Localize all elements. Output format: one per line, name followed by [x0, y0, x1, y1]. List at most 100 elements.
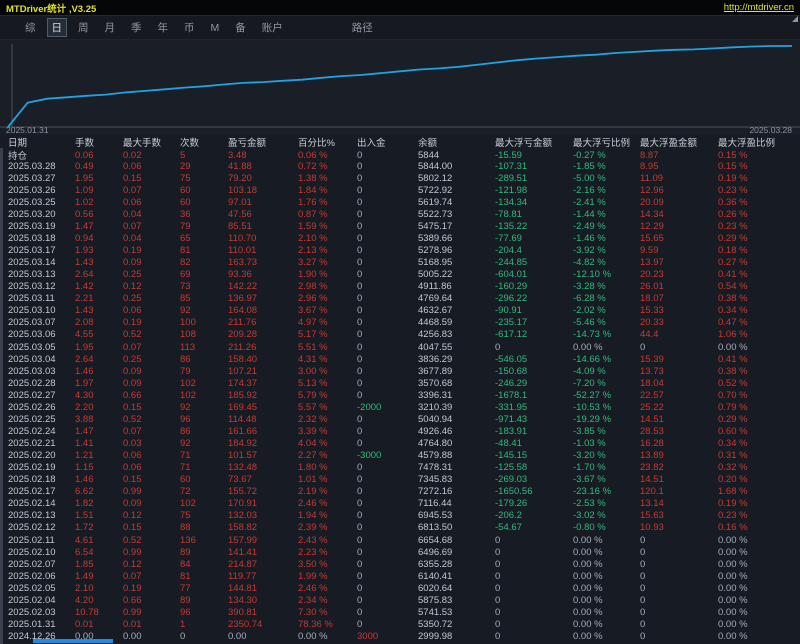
cell-max-float-loss-pct: 0.00 % [573, 595, 640, 606]
table-row[interactable]: 2025.02.121.720.1588158.822.39 %06813.50… [0, 522, 800, 534]
cell-pnl: 155.72 [228, 486, 298, 497]
menu-item-币[interactable]: 币 [179, 18, 200, 37]
column-header[interactable]: 百分比% [298, 135, 357, 149]
vertical-scrollbar[interactable] [0, 148, 3, 644]
cell-pct: 3.67 % [298, 305, 357, 316]
table-row[interactable]: 2025.02.191.150.0671132.481.80 %07478.31… [0, 462, 800, 474]
table-row[interactable]: 2025.03.171.930.1981110.012.13 %05278.96… [0, 245, 800, 257]
cell-max-lots: 0.07 [123, 185, 180, 196]
website-link[interactable]: http://mtdriver.cn [724, 2, 794, 13]
cell-deposit: 0 [357, 522, 418, 533]
menu-item-月[interactable]: 月 [100, 18, 121, 37]
table-row[interactable]: 2025.03.051.950.07113211.265.51 %04047.5… [0, 341, 800, 353]
cell-date: 2025.03.11 [8, 293, 75, 304]
cell-pnl: 3.48 [228, 150, 298, 161]
table-row[interactable]: 2025.02.052.100.1977144.812.46 %06020.64… [0, 582, 800, 594]
table-row[interactable]: 2025.02.071.850.1284214.873.50 %06355.28… [0, 558, 800, 570]
menu-item-年[interactable]: 年 [153, 18, 174, 37]
cell-deposit: 0 [357, 329, 418, 340]
table-row[interactable]: 2025.03.280.490.062941.880.72 %05844.00-… [0, 160, 800, 172]
table-row[interactable]: 2025.02.176.620.9972155.722.19 %07272.16… [0, 486, 800, 498]
cell-max-float-loss-pct: 0.00 % [573, 619, 640, 630]
cell-lots: 2.64 [75, 269, 123, 280]
table-row[interactable]: 2025.01.310.010.0112350.7478.36 %05350.7… [0, 618, 800, 630]
cell-max-lots: 0.01 [123, 619, 180, 630]
table-row[interactable]: 2025.02.281.970.09102174.375.13 %03570.6… [0, 377, 800, 389]
cell-pnl: 184.92 [228, 438, 298, 449]
table-row[interactable]: 2025.03.031.460.0979107.213.00 %03677.89… [0, 365, 800, 377]
table-row[interactable]: 持仓0.060.0253.480.06 %05844-15.59-0.27 %8… [0, 148, 800, 160]
table-row[interactable]: 2025.03.101.430.0692164.083.67 %04632.67… [0, 305, 800, 317]
menu-item-path[interactable]: 路径 [352, 20, 373, 35]
menu-item-综[interactable]: 综 [20, 18, 41, 37]
column-header[interactable]: 最大浮亏金额 [495, 135, 573, 149]
menu-item-周[interactable]: 周 [73, 18, 94, 37]
table-row[interactable]: 2025.03.042.640.2586158.404.31 %03836.29… [0, 353, 800, 365]
column-header[interactable]: 盈亏金额 [228, 135, 298, 149]
table-row[interactable]: 2025.02.114.610.52136157.992.43 %06654.6… [0, 534, 800, 546]
table-row[interactable]: 2025.03.072.080.19100211.764.97 %04468.5… [0, 317, 800, 329]
column-header[interactable]: 最大浮亏比例 [573, 135, 640, 149]
cell-lots: 1.82 [75, 498, 123, 509]
table-row[interactable]: 2025.03.064.550.52108209.285.17 %04256.8… [0, 329, 800, 341]
cell-pnl: 142.22 [228, 281, 298, 292]
table-row[interactable]: 2025.02.061.490.0781119.771.99 %06140.41… [0, 570, 800, 582]
cell-pnl: 132.48 [228, 462, 298, 473]
table-row[interactable]: 2025.03.112.210.2585136.972.96 %04769.64… [0, 293, 800, 305]
column-header[interactable]: 次数 [180, 135, 228, 149]
cell-pct: 4.04 % [298, 438, 357, 449]
column-header[interactable]: 最大浮盈比例 [718, 135, 800, 149]
cell-count: 100 [180, 317, 228, 328]
table-row[interactable]: 2025.02.274.300.66102185.925.79 %03396.3… [0, 389, 800, 401]
cell-max-float-profit: 8.87 [640, 150, 718, 161]
table-row[interactable]: 2025.02.131.510.1275132.031.94 %06945.53… [0, 510, 800, 522]
cell-max-float-loss: 0 [495, 535, 573, 546]
table-row[interactable]: 2025.02.0310.780.9996390.817.30 %05741.5… [0, 606, 800, 618]
table-row[interactable]: 2025.03.121.420.1273142.222.98 %04911.86… [0, 281, 800, 293]
table-row[interactable]: 2025.02.141.820.09102170.912.46 %07116.4… [0, 498, 800, 510]
cell-pnl: 185.92 [228, 390, 298, 401]
table-row[interactable]: 2025.03.251.020.066097.011.76 %05619.74-… [0, 196, 800, 208]
column-header[interactable]: 出入金 [357, 135, 418, 149]
table-row[interactable]: 2025.02.044.200.6689134.302.34 %05875.83… [0, 594, 800, 606]
table-row[interactable]: 2025.02.201.210.0671101.572.27 %-3000457… [0, 450, 800, 462]
table-row[interactable]: 2025.02.211.410.0392184.924.04 %04764.80… [0, 438, 800, 450]
table-row[interactable]: 2025.02.241.470.0786161.663.39 %04926.46… [0, 425, 800, 437]
table-row[interactable]: 2025.03.271.950.157579.201.38 %05802.12-… [0, 172, 800, 184]
column-header[interactable]: 最大浮盈金额 [640, 135, 718, 149]
horizontal-scrollbar-thumb[interactable] [33, 639, 113, 643]
cell-pnl: 214.87 [228, 559, 298, 570]
cell-balance: 7116.44 [418, 498, 495, 509]
table-row[interactable]: 2025.03.180.940.0465110.702.10 %05389.66… [0, 232, 800, 244]
cell-max-float-profit-pct: 0.00 % [718, 631, 800, 642]
cell-max-float-loss: -269.03 [495, 474, 573, 485]
cell-max-float-profit: 16.28 [640, 438, 718, 449]
cell-balance: 3677.89 [418, 366, 495, 377]
cell-max-lots: 0.06 [123, 450, 180, 461]
table-row[interactable]: 2025.03.191.470.077985.511.59 %05475.17-… [0, 220, 800, 232]
table-row[interactable]: 2025.02.106.540.9989141.412.23 %06496.69… [0, 546, 800, 558]
table-row[interactable]: 2025.03.200.560.043647.560.87 %05522.73-… [0, 208, 800, 220]
table-row[interactable]: 2025.02.253.880.5296114.482.32 %05040.94… [0, 413, 800, 425]
table-row[interactable]: 2025.03.261.090.0760103.181.84 %05722.92… [0, 184, 800, 196]
column-header[interactable]: 手数 [75, 135, 123, 149]
cell-max-float-profit: 0 [640, 547, 718, 558]
stats-table: 日期手数最大手数次数盈亏金额百分比%出入金余额最大浮亏金额最大浮亏比例最大浮盈金… [0, 135, 800, 644]
table-row[interactable]: 2025.02.181.460.156073.671.01 %07345.83-… [0, 474, 800, 486]
cell-max-float-profit-pct: 0.00 % [718, 583, 800, 594]
table-row[interactable]: 2025.03.141.430.0982163.733.27 %05168.95… [0, 257, 800, 269]
table-row[interactable]: 2024.12.260.000.0000.000.00 %30002999.98… [0, 631, 800, 643]
cell-max-float-loss: -183.91 [495, 426, 573, 437]
menu-item-备[interactable]: 备 [230, 18, 251, 37]
column-header[interactable]: 余额 [418, 135, 495, 149]
cell-lots: 4.30 [75, 390, 123, 401]
table-row[interactable]: 2025.03.132.640.256993.361.90 %05005.22-… [0, 269, 800, 281]
cell-date: 2025.02.28 [8, 378, 75, 389]
menu-item-账户[interactable]: 账户 [257, 18, 288, 37]
menu-item-季[interactable]: 季 [126, 18, 147, 37]
menu-item-M[interactable]: M [206, 20, 225, 36]
column-header[interactable]: 日期 [8, 135, 75, 149]
table-row[interactable]: 2025.02.262.200.1592169.455.57 %-2000321… [0, 401, 800, 413]
column-header[interactable]: 最大手数 [123, 135, 180, 149]
menu-item-日[interactable]: 日 [47, 18, 68, 37]
